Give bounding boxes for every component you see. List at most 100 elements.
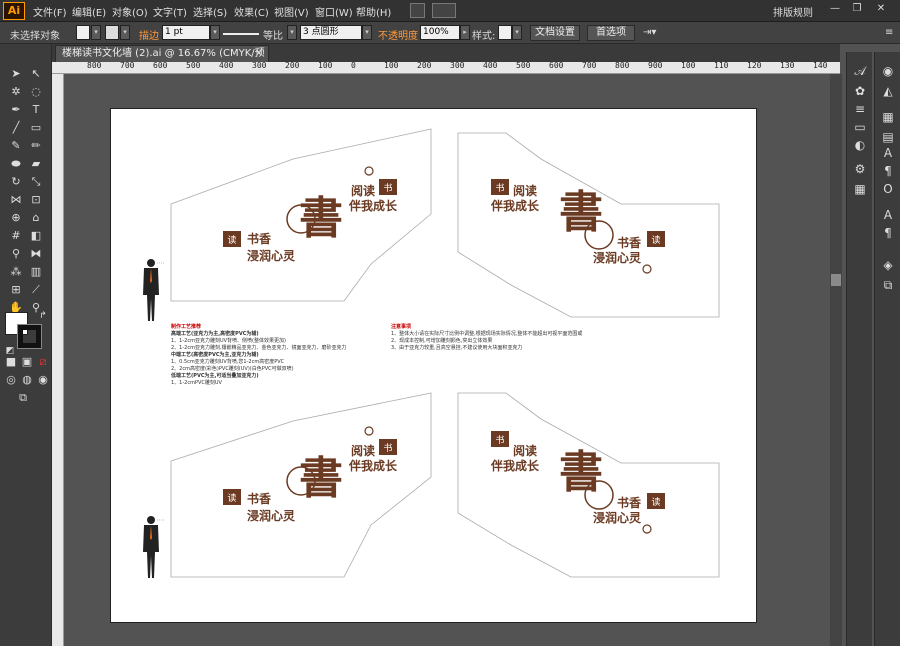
close-window-button[interactable]: ✕ (872, 1, 890, 17)
magic-wand-tool-icon[interactable]: ✲ (7, 84, 25, 100)
pencil-tool-icon[interactable]: ✏ (27, 138, 45, 154)
arrange-documents-icon[interactable] (432, 3, 456, 18)
close-tab-icon[interactable]: × (255, 46, 263, 62)
type-tool-icon[interactable]: T (27, 102, 45, 118)
menu-help[interactable]: 帮助(H) (356, 4, 391, 19)
draw-inside-icon[interactable]: ◉ (34, 372, 52, 388)
stroke-panel-icon[interactable]: ≡ (851, 100, 869, 118)
selection-tool-icon[interactable]: ➤ (7, 66, 25, 82)
craft-line: 1、1-2cm亚克力雕刻UV背喷、侧喷(整体效果更加) (171, 338, 286, 344)
rotate-tool-icon[interactable]: ↻ (7, 174, 25, 190)
seal-tl-text: 读 (227, 234, 236, 246)
blob-brush-tool-icon[interactable]: ⬬ (7, 156, 25, 172)
menu-window[interactable]: 窗口(W) (315, 4, 353, 19)
document-tab[interactable]: 楼梯读书文化墙 (2).ai @ 16.67% (CMYK/预览) × (55, 45, 269, 75)
perspective-grid-tool-icon[interactable]: ⌂ (27, 210, 45, 226)
brushes-panel-icon[interactable]: 𝒜 (851, 62, 869, 80)
blend-tool-icon[interactable]: ⧓ (27, 246, 45, 262)
align-icon[interactable]: ⇥▾ (643, 27, 656, 38)
menu-type[interactable]: 文字(T) (153, 4, 187, 19)
eraser-tool-icon[interactable]: ▰ (27, 156, 45, 172)
artboard[interactable]: 读 书 书 读 读 书 书 读 書 書 書 書 阅读 伴我成长 书香 浸润心灵 … (110, 108, 757, 623)
menu-view[interactable]: 视图(V) (274, 4, 309, 19)
swap-colors-icon[interactable]: ↱ (34, 308, 52, 324)
color-panel-icon[interactable]: ◉ (879, 62, 897, 80)
brush-field[interactable]: 3 点圆形 (300, 25, 362, 40)
gradient-tool-icon[interactable]: ◧ (27, 228, 45, 244)
graphic-styles-panel-icon[interactable]: ▦ (851, 180, 869, 198)
workspace-switcher[interactable]: 排版规则 (773, 4, 813, 19)
line-tool-icon[interactable]: ╱ (7, 120, 25, 136)
swatches-panel-icon[interactable]: ▦ (879, 108, 897, 126)
stroke-weight-dropdown[interactable]: ▾ (210, 25, 220, 40)
fill-dropdown[interactable]: ▾ (91, 25, 101, 40)
style-dropdown[interactable]: ▾ (512, 25, 522, 40)
stroke-dropdown[interactable]: ▾ (120, 25, 130, 40)
opentype-panel-icon[interactable]: O (879, 180, 897, 198)
brush-dropdown[interactable]: ▾ (362, 25, 372, 40)
eyedropper-tool-icon[interactable]: ⚲ (7, 246, 25, 262)
slogan-read-bl: 阅读 (351, 443, 375, 458)
symbol-sprayer-tool-icon[interactable]: ⁂ (7, 264, 25, 280)
direct-selection-tool-icon[interactable]: ↖ (27, 66, 45, 82)
opacity-field[interactable]: 100% (420, 25, 460, 40)
appearance-panel-icon[interactable]: ⚙ (851, 160, 869, 178)
craft-line: 2、2cm高密度(彩色)PVC雕刻(UV)(白色PVC可做双喷) (171, 366, 294, 372)
paragraph-panel-icon[interactable]: ¶ (879, 162, 897, 180)
slogan-book-bl: 书香 (247, 491, 271, 506)
character-styles-panel-icon[interactable]: A (879, 206, 897, 224)
bridge-icon[interactable] (410, 3, 425, 18)
fill-swatch[interactable] (76, 25, 90, 40)
character-panel-icon[interactable]: A (879, 144, 897, 162)
layers-panel-icon[interactable]: ◈ (879, 256, 897, 274)
menu-edit[interactable]: 编辑(E) (72, 4, 106, 19)
artboard-tool-icon[interactable]: ⊞ (7, 282, 25, 298)
color-guide-panel-icon[interactable]: ◭ (879, 82, 897, 100)
opacity-dropdown[interactable]: ▸ (460, 25, 470, 40)
paintbrush-tool-icon[interactable]: ✎ (7, 138, 25, 154)
variable-width-profile[interactable]: 等比 (263, 27, 283, 42)
horizontal-ruler[interactable]: 800 700 600 500 400 300 200 100 0 100 200 300 400 500… (52, 62, 840, 74)
menu-file[interactable]: 文件(F) (33, 4, 67, 19)
lasso-tool-icon[interactable]: ◌ (27, 84, 45, 100)
panel-menu-icon[interactable]: ≡ (885, 27, 893, 38)
width-tool-icon[interactable]: ⋈ (7, 192, 25, 208)
preferences-button[interactable]: 首选项 (587, 25, 635, 41)
free-transform-tool-icon[interactable]: ⊡ (27, 192, 45, 208)
scale-tool-icon[interactable]: ⤡ (27, 174, 45, 190)
mesh-tool-icon[interactable]: # (7, 228, 25, 244)
pen-tool-icon[interactable]: ✒ (7, 102, 25, 118)
gradient-panel-icon[interactable]: ▭ (851, 118, 869, 136)
stroke-label[interactable]: 描边 (139, 27, 159, 42)
none-mode-icon[interactable]: ⧄ (34, 354, 52, 370)
seal-tr2-text: 读 (651, 234, 660, 246)
artboards-panel-icon[interactable]: ⧉ (879, 276, 897, 294)
slogan-book-tl: 书香 (247, 231, 271, 246)
minimize-button[interactable]: — (826, 1, 844, 17)
column-graph-tool-icon[interactable]: ▥ (27, 264, 45, 280)
slogan-soul-bl: 浸润心灵 (247, 508, 296, 523)
menu-effect[interactable]: 效果(C) (234, 4, 269, 19)
style-label: 样式: (472, 31, 496, 42)
style-swatch[interactable] (498, 25, 512, 40)
paragraph-styles-panel-icon[interactable]: ¶ (879, 224, 897, 242)
symbols-panel-icon[interactable]: ✿ (851, 82, 869, 100)
rectangle-tool-icon[interactable]: ▭ (27, 120, 45, 136)
stroke-color-swatch[interactable] (17, 324, 42, 349)
stroke-swatch[interactable] (105, 25, 119, 40)
menu-select[interactable]: 选择(S) (193, 4, 227, 19)
document-setup-button[interactable]: 文档设置 (530, 25, 580, 41)
scroll-thumb[interactable] (831, 274, 841, 286)
shape-builder-tool-icon[interactable]: ⊕ (7, 210, 25, 226)
vertical-scrollbar[interactable] (830, 74, 842, 646)
vertical-ruler[interactable] (52, 74, 64, 646)
restore-button[interactable]: ❐ (848, 1, 866, 17)
transparency-panel-icon[interactable]: ◐ (851, 136, 869, 154)
slice-tool-icon[interactable]: ⟋ (27, 282, 45, 298)
menu-object[interactable]: 对象(O) (112, 4, 148, 19)
profile-dropdown[interactable]: ▾ (287, 25, 297, 40)
opacity-label[interactable]: 不透明度 (378, 27, 418, 42)
ruler-mark: 800 (615, 62, 630, 70)
screen-mode-icon[interactable]: ⧉ (14, 390, 32, 406)
stroke-weight-field[interactable]: 1 pt (162, 25, 210, 40)
